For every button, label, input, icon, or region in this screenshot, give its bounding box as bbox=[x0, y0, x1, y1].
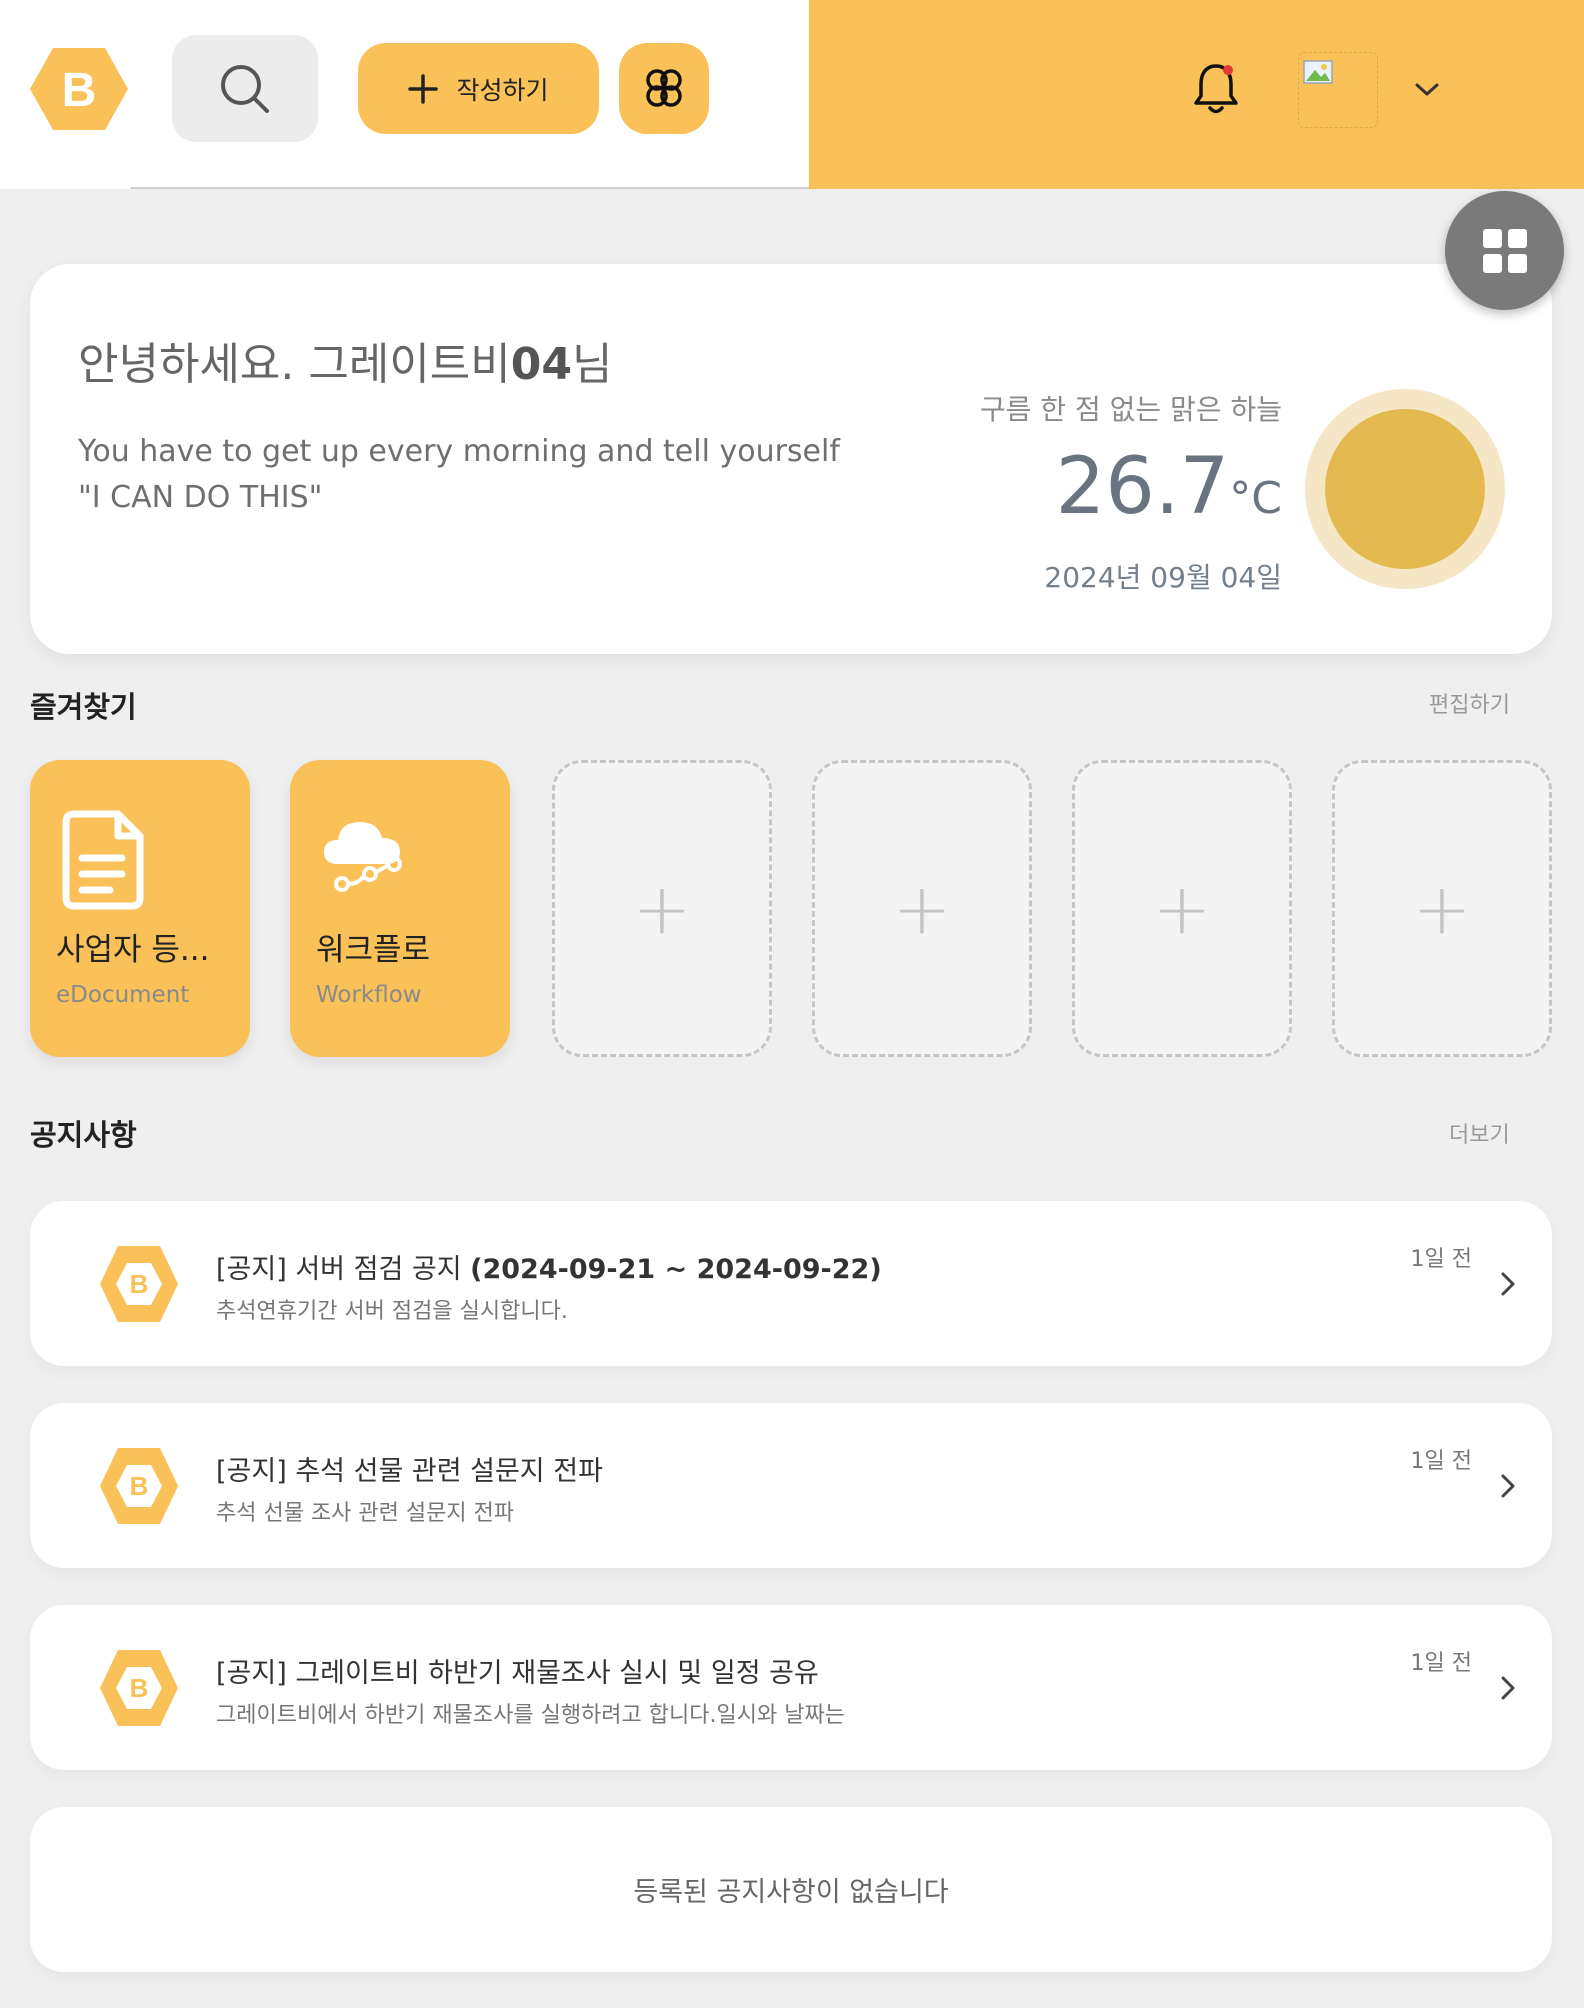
empty-notice-text: 등록된 공지사항이 없습니다 bbox=[633, 1877, 949, 1908]
chevron-right-icon bbox=[1501, 1474, 1515, 1498]
temperature-unit: °C bbox=[1229, 473, 1282, 524]
notice-title: [공지] 그레이트비 하반기 재물조사 실시 및 일정 공유 bbox=[216, 1651, 819, 1690]
notice-item[interactable]: B [공지] 추석 선물 관련 설문지 전파 추석 선물 조사 관련 설문지 전… bbox=[30, 1403, 1552, 1568]
chevron-right-icon bbox=[1501, 1272, 1515, 1296]
notice-badge-letter: B bbox=[130, 1673, 149, 1703]
bell-icon bbox=[1194, 64, 1238, 114]
top-header: B 작성하기 bbox=[0, 0, 1584, 189]
plus-icon: + bbox=[632, 867, 692, 950]
greeting-quote: You have to get up every morning and tel… bbox=[78, 434, 840, 515]
plus-icon bbox=[408, 73, 439, 104]
notice-title-dates: (2024-09-21 ~ 2024-09-22) bbox=[470, 1254, 882, 1285]
logo-letter: B bbox=[62, 64, 97, 117]
write-button[interactable]: 작성하기 bbox=[358, 43, 599, 134]
favorite-tile-workflow[interactable]: 워크플로 Workflow bbox=[290, 760, 510, 1057]
search-icon bbox=[221, 64, 269, 113]
grid-icon bbox=[1482, 228, 1527, 273]
notice-prefix: [공지] bbox=[216, 1658, 296, 1689]
notice-body: 추석 선물 조사 관련 설문지 전파 bbox=[216, 1501, 515, 1526]
notice-badge-letter: B bbox=[130, 1471, 149, 1501]
chevron-right-icon bbox=[1501, 1676, 1515, 1700]
notices-more-link[interactable]: 더보기 bbox=[1449, 1117, 1510, 1149]
cloud-workflow-icon bbox=[324, 822, 402, 892]
sun-core bbox=[1325, 409, 1485, 569]
notice-title-text: 추석 선물 관련 설문지 전파 bbox=[295, 1456, 603, 1487]
notice-title-text: 그레이트비 하반기 재물조사 실시 및 일정 공유 bbox=[295, 1658, 819, 1689]
plus-icon: + bbox=[892, 867, 952, 950]
notice-prefix: [공지] bbox=[216, 1254, 296, 1285]
logo[interactable]: B bbox=[28, 44, 130, 134]
empty-notice-placeholder: 등록된 공지사항이 없습니다 bbox=[30, 1807, 1552, 1972]
notice-time: 1일 전 bbox=[1410, 1247, 1472, 1272]
weather-date: 2024년 09월 04일 bbox=[1044, 561, 1282, 594]
greeting-title-suffix: 님 bbox=[572, 339, 613, 390]
notice-badge-letter: B bbox=[130, 1269, 149, 1299]
temperature-value: 26.7 bbox=[1055, 442, 1230, 532]
favorite-name: 워크플로 bbox=[316, 932, 431, 968]
notice-title: [공지] 서버 점검 공지 (2024-09-21 ~ 2024-09-22) bbox=[216, 1247, 882, 1286]
weather-description: 구름 한 점 없는 맑은 하늘 bbox=[979, 393, 1282, 426]
document-icon bbox=[62, 810, 144, 910]
notice-body: 추석연휴기간 서버 점검을 실시합니다. bbox=[216, 1299, 568, 1324]
search-button[interactable] bbox=[172, 35, 318, 142]
notice-badge-icon: B bbox=[100, 1448, 178, 1524]
notices-title: 공지사항 bbox=[30, 1118, 137, 1152]
plus-icon: + bbox=[1152, 867, 1212, 950]
notice-badge-icon: B bbox=[100, 1650, 178, 1726]
add-favorite-slot[interactable]: + bbox=[812, 760, 1032, 1057]
favorite-name: 사업자 등... bbox=[56, 932, 210, 968]
notice-item[interactable]: B [공지] 서버 점검 공지 (2024-09-21 ~ 2024-09-22… bbox=[30, 1201, 1552, 1366]
greeting-title: 안녕하세요. 그레이트비04님 bbox=[78, 328, 613, 392]
notice-time: 1일 전 bbox=[1410, 1651, 1472, 1676]
profile-dropdown-button[interactable] bbox=[1412, 78, 1442, 100]
add-favorite-slot[interactable]: + bbox=[1332, 760, 1552, 1057]
favorite-tile-edocument[interactable]: 사업자 등... eDocument bbox=[30, 760, 250, 1057]
notice-item[interactable]: B [공지] 그레이트비 하반기 재물조사 실시 및 일정 공유 그레이트비에서… bbox=[30, 1605, 1552, 1770]
broken-image-icon bbox=[1303, 60, 1333, 84]
notice-time: 1일 전 bbox=[1410, 1449, 1472, 1474]
notice-title-text: 서버 점검 공지 bbox=[295, 1254, 471, 1285]
add-favorite-slot[interactable]: + bbox=[1072, 760, 1292, 1057]
notice-prefix: [공지] bbox=[216, 1456, 296, 1487]
notice-title: [공지] 추석 선물 관련 설문지 전파 bbox=[216, 1449, 603, 1488]
logo-hex-icon: B bbox=[30, 48, 128, 130]
greeting-title-prefix: 안녕하세요. 그레이트비 bbox=[78, 339, 511, 390]
apps-hex-icon bbox=[646, 68, 682, 107]
add-favorite-slot[interactable]: + bbox=[552, 760, 772, 1057]
greeting-title-number: 04 bbox=[510, 339, 573, 390]
grid-menu-button[interactable] bbox=[1445, 191, 1564, 310]
chevron-down-icon bbox=[1415, 83, 1439, 96]
write-button-label: 작성하기 bbox=[456, 75, 549, 105]
plus-icon: + bbox=[1412, 867, 1472, 950]
notification-dot bbox=[1223, 65, 1233, 75]
favorite-sub: eDocument bbox=[56, 982, 190, 1008]
avatar[interactable] bbox=[1298, 52, 1378, 128]
sun-icon bbox=[1305, 389, 1505, 589]
notice-body: 그레이트비에서 하반기 재물조사를 실행하려고 합니다.일시와 날짜는 bbox=[216, 1703, 845, 1728]
favorites-title: 즐겨찾기 bbox=[30, 690, 137, 724]
apps-button[interactable] bbox=[619, 43, 709, 134]
temperature: 26.7°C bbox=[1056, 442, 1282, 532]
favorite-sub: Workflow bbox=[316, 982, 422, 1008]
notice-badge-icon: B bbox=[100, 1246, 178, 1322]
greeting-card: 안녕하세요. 그레이트비04님 You have to get up every… bbox=[30, 264, 1552, 654]
notification-button[interactable] bbox=[1191, 58, 1241, 118]
favorites-edit-link[interactable]: 편집하기 bbox=[1429, 687, 1510, 719]
header-divider bbox=[131, 187, 809, 189]
